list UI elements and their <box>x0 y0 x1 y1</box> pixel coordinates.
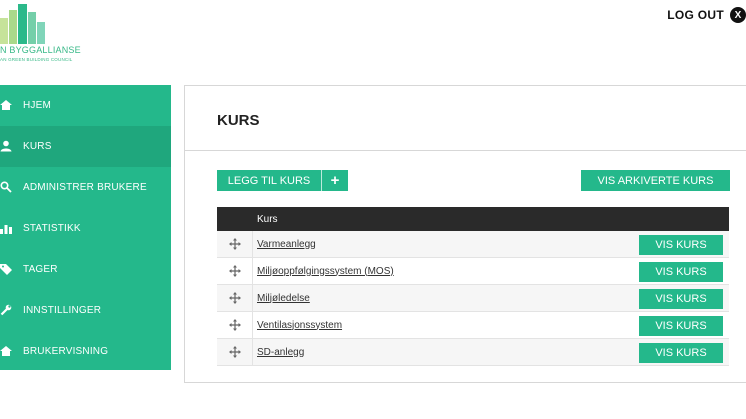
view-course-button[interactable]: VIS KURS <box>639 343 723 363</box>
chart-icon <box>0 225 12 234</box>
tag-icon <box>0 264 12 275</box>
drag-handle-icon[interactable] <box>217 258 253 284</box>
show-archived-courses-button[interactable]: VIS ARKIVERTE KURS <box>581 170 730 191</box>
sidebar: HJEM KURS ADMINISTRER BRUKERE STATISTIKK… <box>0 85 171 370</box>
logo-buildings-icon <box>0 4 45 44</box>
wrench-icon <box>0 304 12 316</box>
table-row: Varmeanlegg VIS KURS <box>217 231 729 258</box>
table-header-handle-col <box>217 207 253 231</box>
table-header: Kurs <box>217 207 729 231</box>
logo: N BYGGALLIANSE AN GREEN BUILDING COUNCIL <box>0 0 90 72</box>
table-row: SD-anlegg VIS KURS <box>217 339 729 366</box>
sidebar-item-label: INNSTILLINGER <box>23 305 102 316</box>
add-course-button[interactable]: LEGG TIL KURS + <box>217 170 348 191</box>
search-icon <box>0 181 12 193</box>
sidebar-item-label: HJEM <box>23 100 52 111</box>
courses-table: Kurs Varmeanlegg VIS KURS Miljøoppfølgin… <box>217 207 729 366</box>
sidebar-item-tager[interactable]: TAGER <box>0 249 171 290</box>
drag-handle-icon[interactable] <box>217 339 253 365</box>
drag-handle-icon[interactable] <box>217 312 253 338</box>
page-title: KURS <box>217 112 260 129</box>
sidebar-item-innstillinger[interactable]: INNSTILLINGER <box>0 290 171 331</box>
user-icon <box>0 140 12 152</box>
view-course-button[interactable]: VIS KURS <box>639 235 723 255</box>
logo-tagline: AN GREEN BUILDING COUNCIL <box>0 57 73 62</box>
view-course-button[interactable]: VIS KURS <box>639 316 723 336</box>
logo-name: N BYGGALLIANSE <box>0 45 81 55</box>
view-course-button[interactable]: VIS KURS <box>639 289 723 309</box>
main-panel: KURS LEGG TIL KURS + VIS ARKIVERTE KURS … <box>184 85 746 383</box>
sidebar-item-brukervisning[interactable]: BRUKERVISNING <box>0 331 171 372</box>
sidebar-item-label: TAGER <box>23 264 58 275</box>
logout-label: LOG OUT <box>667 8 724 22</box>
sidebar-item-hjem[interactable]: HJEM <box>0 85 171 126</box>
sidebar-item-label: ADMINISTRER BRUKERE <box>23 182 147 193</box>
sidebar-item-administrer-brukere[interactable]: ADMINISTRER BRUKERE <box>0 167 171 208</box>
drag-handle-icon[interactable] <box>217 231 253 257</box>
sidebar-item-kurs[interactable]: KURS <box>0 126 171 167</box>
table-row: Miljøoppfølgingssystem (MOS) VIS KURS <box>217 258 729 285</box>
table-row: Miljøledelse VIS KURS <box>217 285 729 312</box>
divider <box>185 150 746 151</box>
sidebar-item-label: STATISTIKK <box>23 223 81 234</box>
table-row: Ventilasjonssystem VIS KURS <box>217 312 729 339</box>
drag-handle-icon[interactable] <box>217 285 253 311</box>
home-icon <box>0 346 12 356</box>
sidebar-item-label: BRUKERVISNING <box>23 346 109 357</box>
sidebar-item-label: KURS <box>23 141 52 152</box>
sidebar-item-statistikk[interactable]: STATISTIKK <box>0 208 171 249</box>
view-course-button[interactable]: VIS KURS <box>639 262 723 282</box>
plus-icon[interactable]: + <box>321 170 348 191</box>
add-course-label: LEGG TIL KURS <box>227 174 311 187</box>
table-header-kurs: Kurs <box>257 213 278 225</box>
logout-button[interactable]: LOG OUT X <box>667 7 746 23</box>
close-icon[interactable]: X <box>730 7 746 23</box>
home-icon <box>0 100 12 110</box>
